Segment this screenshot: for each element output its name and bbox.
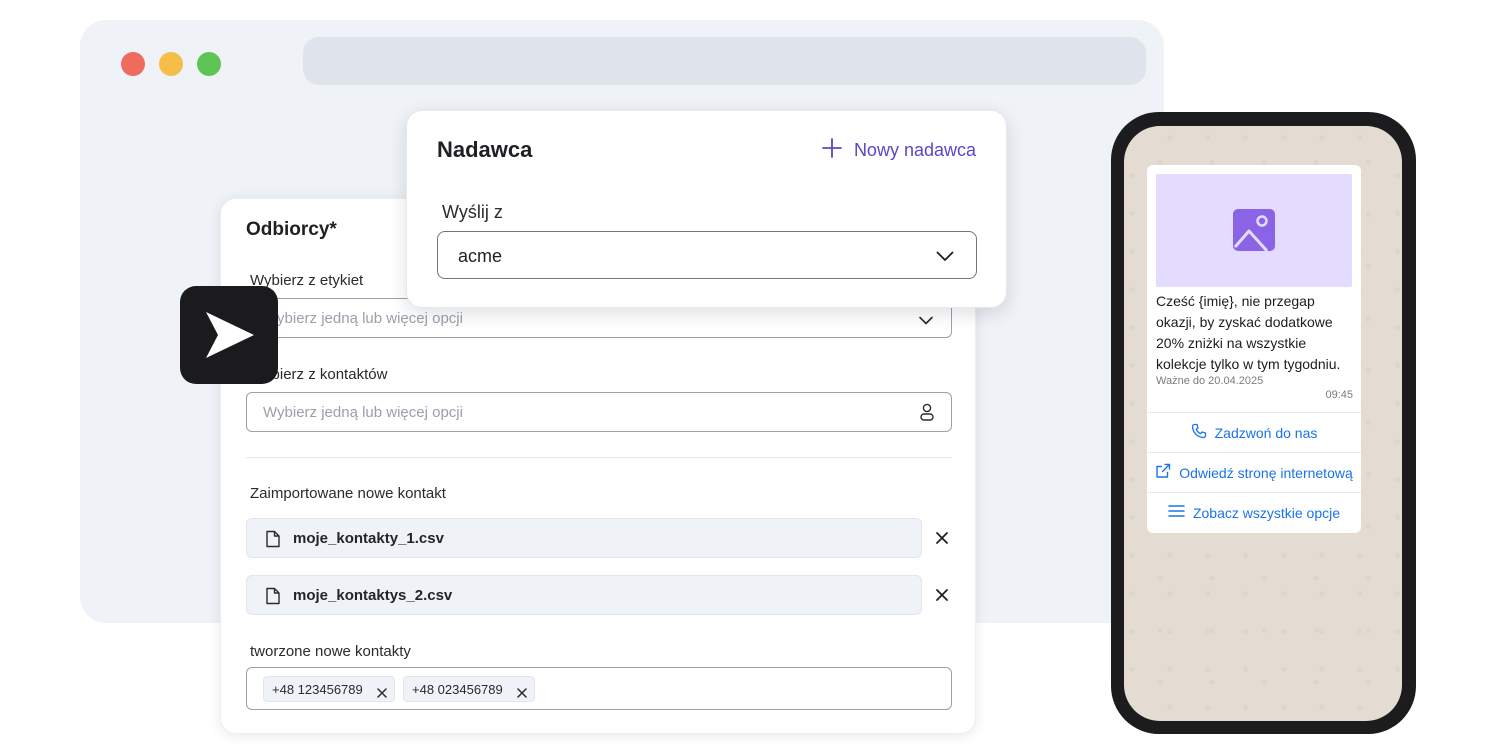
chevron-down-icon: [919, 312, 933, 330]
file-name: moje_kontaktys_2.csv: [293, 587, 453, 604]
new-sender-button[interactable]: Nowy nadawca: [822, 137, 976, 163]
phone-tag-value: +48 123456789: [272, 682, 363, 697]
imported-label: Zaimportowane nowe kontakt: [250, 485, 446, 502]
send-from-label: Wyślij z: [442, 202, 503, 222]
external-link-icon: [1155, 463, 1171, 482]
message-valid-until: Ważne do 20.04.2025: [1156, 375, 1264, 387]
file-icon: [265, 530, 281, 553]
imported-file-row: moje_kontaktys_2.csv: [246, 575, 922, 615]
see-all-options-button[interactable]: Zobacz wszystkie opcje: [1147, 492, 1361, 532]
visit-website-button[interactable]: Odwiedź stronę internetową: [1147, 452, 1361, 492]
message-text: Cześć {imię}, nie przegap okazji, by zys…: [1156, 293, 1341, 372]
message-time: 09:45: [1325, 389, 1353, 401]
call-us-button[interactable]: Zadzwoń do nas: [1147, 412, 1361, 452]
file-name: moje_kontakty_1.csv: [293, 530, 444, 547]
close-window-button[interactable]: [121, 52, 145, 76]
message-image-placeholder: [1156, 174, 1352, 287]
phone-tag: +48 023456789: [403, 676, 535, 702]
list-icon: [1168, 504, 1185, 521]
plus-icon: [822, 137, 842, 163]
phone-tag: +48 123456789: [263, 676, 395, 702]
contacts-select[interactable]: Wybierz jedną lub więcej opcji: [246, 392, 952, 432]
remove-file-button[interactable]: [935, 531, 949, 550]
section-divider: [246, 457, 952, 458]
recipients-title: Odbiorcy*: [246, 219, 337, 240]
tags-select-placeholder: Wybierz jedną lub więcej opcji: [263, 310, 463, 327]
new-sender-label: Nowy nadawca: [853, 139, 976, 160]
sender-title: Nadawca: [437, 137, 533, 162]
image-icon: [1233, 209, 1275, 251]
close-icon: [517, 688, 527, 698]
send-from-select[interactable]: acme: [437, 231, 977, 279]
phone-numbers-input[interactable]: +48 123456789 +48 023456789: [246, 667, 952, 710]
phone-icon: [1191, 423, 1207, 442]
sender-card: Nadawca Nowy nadawca Wyślij z acme: [406, 110, 1007, 308]
send-from-value: acme: [458, 246, 503, 266]
send-app-icon: [180, 286, 278, 384]
phone-screen: Cześć {imię}, nie przegap okazji, by zys…: [1124, 126, 1402, 721]
minimize-window-button[interactable]: [159, 52, 183, 76]
created-contacts-label: tworzone nowe kontakty: [250, 643, 411, 660]
imported-file-row: moje_kontakty_1.csv: [246, 518, 922, 558]
send-icon: [206, 312, 254, 358]
user-icon: [920, 403, 934, 426]
remove-file-button[interactable]: [935, 588, 949, 607]
remove-tag-button[interactable]: [377, 685, 387, 703]
close-icon: [377, 688, 387, 698]
remove-tag-button[interactable]: [517, 685, 527, 703]
see-all-options-label: Zobacz wszystkie opcje: [1192, 504, 1341, 521]
close-icon: [936, 589, 948, 601]
call-us-label: Zadzwoń do nas: [1214, 424, 1318, 441]
file-icon: [265, 587, 281, 610]
visit-website-label: Odwiedź stronę internetową: [1179, 464, 1353, 481]
maximize-window-button[interactable]: [197, 52, 221, 76]
close-icon: [936, 532, 948, 544]
contacts-select-placeholder: Wybierz jedną lub więcej opcji: [263, 404, 463, 421]
phone-tag-value: +48 023456789: [412, 682, 503, 697]
phone-preview: Cześć {imię}, nie przegap okazji, by zys…: [1111, 112, 1416, 734]
message-bubble: Cześć {imię}, nie przegap okazji, by zys…: [1147, 165, 1361, 533]
address-bar[interactable]: [303, 37, 1146, 85]
chevron-down-icon: [936, 249, 954, 267]
